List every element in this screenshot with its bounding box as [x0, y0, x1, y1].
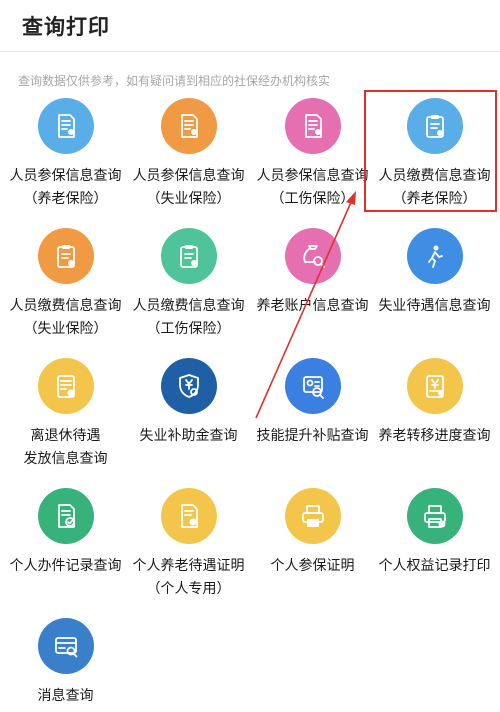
grid-item-label: 个人办件记录查询 — [9, 558, 122, 574]
certificate-search-icon — [284, 358, 341, 414]
printer-icon — [301, 505, 324, 527]
printer-upload-icon — [406, 488, 463, 544]
grid-item-rights-record-print[interactable]: 个人权益记录打印 — [372, 486, 497, 578]
grid-item-label: 人员缴费信息查询 （失业保险） — [9, 298, 122, 337]
insured-info-document-icon — [180, 114, 198, 138]
grid-item-label: 养老账户信息查询 — [256, 298, 369, 314]
grid-item-label: 离退休待遇 发放信息查询 — [23, 428, 108, 467]
payment-clipboard-icon — [425, 115, 444, 138]
walking-person-icon — [406, 228, 463, 284]
grid-row: 个人办件记录查询 个人养老待遇证明 （个人专用） 个人参保证明 个人权益记录打印 — [0, 486, 500, 616]
shield-yuan-search-icon — [160, 358, 217, 414]
grid-item-label: 个人养老待遇证明 （个人专用） — [132, 558, 245, 597]
record-document-check-icon — [57, 504, 75, 528]
grid-item-label: 人员参保信息查询 （工伤保险） — [256, 168, 369, 207]
pension-document-icon — [37, 358, 94, 414]
grid-row: 人员参保信息查询 （养老保险） 人员参保信息查询 （失业保险） 人员参保信息查询 （工… — [0, 96, 500, 226]
grid-item-pension-account[interactable]: 养老账户信息查询 — [250, 226, 375, 318]
grid-item-label: 失业补助金查询 — [139, 428, 238, 444]
grid-item-unemployment-subsidy[interactable]: 失业补助金查询 — [126, 356, 251, 448]
message-card-search-icon — [37, 618, 94, 674]
grid-item-label: 养老转移进度查询 — [378, 428, 491, 444]
grid-row: 消息查询 — [0, 616, 500, 712]
pension-certificate-icon — [180, 504, 198, 528]
grid-item-insured-info-pension[interactable]: 人员参保信息查询 （养老保险） — [3, 96, 128, 211]
grid-item-label: 人员缴费信息查询 （养老保险） — [378, 168, 491, 207]
transfer-progress-icon — [406, 358, 463, 414]
grid-row: 离退休待遇 发放信息查询 失业补助金查询 技能提升补贴查询 养老转移进度查询 — [0, 356, 500, 486]
insured-info-document-icon — [57, 114, 75, 138]
message-card-search-icon — [54, 637, 77, 658]
insured-info-document-icon — [284, 98, 341, 154]
payment-clipboard-icon — [160, 228, 217, 284]
grid-row: 人员缴费信息查询 （失业保险） 人员缴费信息查询 （工伤保险） 养老账户信息查询 失… — [0, 226, 500, 356]
grid-item-skill-subsidy[interactable]: 技能提升补贴查询 — [250, 356, 375, 448]
insured-info-document-icon — [37, 98, 94, 154]
grid-item-label: 人员参保信息查询 （失业保险） — [132, 168, 245, 207]
grid-item-payment-info-injury[interactable]: 人员缴费信息查询 （工伤保险） — [126, 226, 251, 341]
printer-upload-icon — [423, 505, 446, 528]
record-document-check-icon — [37, 488, 94, 544]
pension-certificate-icon — [160, 488, 217, 544]
grid-item-pension-transfer[interactable]: 养老转移进度查询 — [372, 356, 497, 448]
grid-item-insurance-certificate[interactable]: 个人参保证明 — [250, 486, 375, 578]
grid-item-pension-certificate[interactable]: 个人养老待遇证明 （个人专用） — [126, 486, 251, 601]
grid-item-label: 个人权益记录打印 — [378, 558, 491, 574]
grid-item-label: 人员缴费信息查询 （工伤保险） — [132, 298, 245, 337]
payment-clipboard-icon — [406, 98, 463, 154]
payment-clipboard-icon — [56, 245, 75, 268]
grid-item-unemployment-benefit[interactable]: 失业待遇信息查询 — [372, 226, 497, 318]
grid-item-insured-info-injury[interactable]: 人员参保信息查询 （工伤保险） — [250, 96, 375, 211]
grid-item-label: 个人参保证明 — [270, 558, 355, 574]
money-bag-search-icon — [284, 228, 341, 284]
page: 查询打印 查询数据仅供参考，如有疑问请到相应的社保经办机构核实 人员参保信息查询… — [0, 0, 500, 712]
money-bag-search-icon — [302, 245, 325, 268]
grid-item-label: 人员参保信息查询 （养老保险） — [9, 168, 122, 207]
service-grid: 人员参保信息查询 （养老保险） 人员参保信息查询 （失业保险） 人员参保信息查询 （工… — [0, 96, 500, 712]
grid-item-case-records[interactable]: 个人办件记录查询 — [3, 486, 128, 578]
header: 查询打印 — [0, 0, 500, 52]
insured-info-document-icon — [304, 114, 322, 138]
notice-text: 查询数据仅供参考，如有疑问请到相应的社保经办机构核实 — [18, 74, 331, 88]
pension-document-icon — [56, 375, 75, 398]
insured-info-document-icon — [160, 98, 217, 154]
grid-item-insured-info-unemployment[interactable]: 人员参保信息查询 （失业保险） — [126, 96, 251, 211]
payment-clipboard-icon — [37, 228, 94, 284]
grid-item-message-query[interactable]: 消息查询 — [3, 616, 128, 708]
page-title: 查询打印 — [22, 14, 110, 39]
grid-item-payment-info-unemployment[interactable]: 人员缴费信息查询 （失业保险） — [3, 226, 128, 341]
grid-item-label: 技能提升补贴查询 — [256, 428, 369, 444]
certificate-search-icon — [302, 376, 324, 399]
grid-item-label: 失业待遇信息查询 — [378, 298, 491, 314]
grid-item-retirement-benefit[interactable]: 离退休待遇 发放信息查询 — [3, 356, 128, 471]
grid-item-payment-info-pension[interactable]: 人员缴费信息查询 （养老保险） — [372, 96, 497, 211]
shield-yuan-search-icon — [178, 374, 199, 398]
payment-clipboard-icon — [179, 245, 198, 268]
grid-item-label: 消息查询 — [37, 688, 94, 704]
printer-icon — [284, 488, 341, 544]
transfer-progress-icon — [425, 375, 444, 398]
walking-person-icon — [427, 245, 443, 268]
